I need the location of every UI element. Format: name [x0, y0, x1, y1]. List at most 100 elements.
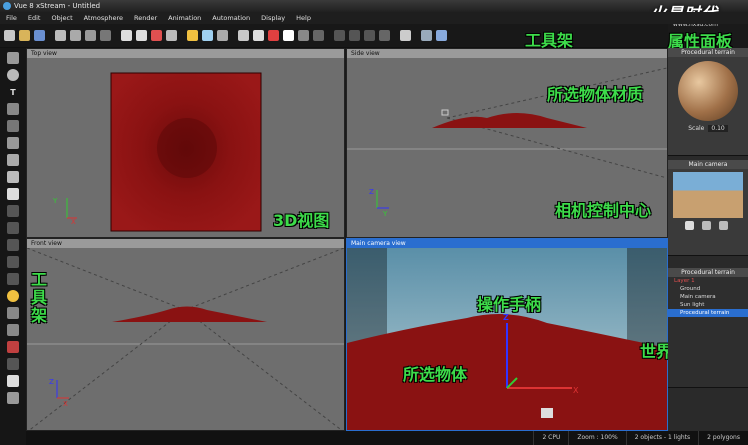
search-icon[interactable] [7, 392, 19, 404]
redo-icon[interactable] [136, 30, 147, 41]
side-axis-z-label: Z [369, 188, 374, 196]
window-title: Vue 8 xStream - Untitled [14, 2, 101, 10]
orbit-icon[interactable] [701, 221, 711, 230]
camera-preview[interactable] [673, 172, 743, 218]
terrain-icon[interactable] [7, 52, 19, 64]
align-icon[interactable] [334, 30, 345, 41]
axis-y-label: Y [52, 197, 58, 205]
annotation-3d-views: 3D视图 [273, 211, 330, 230]
copy-icon[interactable] [70, 30, 81, 41]
menu-object[interactable]: Object [51, 14, 72, 22]
group-icon[interactable] [349, 30, 360, 41]
light-icon[interactable] [253, 30, 264, 41]
viewport-front[interactable]: Front view Z X 工 具 架 [26, 238, 345, 431]
save-icon[interactable] [34, 30, 45, 41]
plant-icon[interactable] [7, 120, 19, 132]
sun-object-icon[interactable] [7, 290, 19, 302]
dolly-icon[interactable] [718, 221, 728, 230]
tree-item-camera[interactable]: Main camera [668, 293, 748, 301]
material-panel: Procedural terrain Scale 0.10 [668, 48, 748, 156]
menu-help[interactable]: Help [296, 14, 311, 22]
paste-icon[interactable] [85, 30, 96, 41]
right-panel: Procedural terrain Scale 0.10 Main camer… [668, 48, 748, 445]
cut-icon[interactable] [55, 30, 66, 41]
status-bar: 2 CPU Zoom : 100% 2 objects - 1 lights 2… [26, 431, 748, 445]
move-icon[interactable] [151, 30, 162, 41]
scale-label: Scale [688, 125, 705, 132]
render-icon[interactable] [217, 30, 228, 41]
new-icon[interactable] [4, 30, 15, 41]
viewport-camera[interactable]: Main camera view Z X 操作手柄 所选物体 [346, 238, 668, 431]
lock-icon[interactable] [379, 30, 390, 41]
render-window-icon[interactable] [436, 30, 447, 41]
material-icon[interactable] [268, 30, 279, 41]
status-objects: 2 objects - 1 lights [625, 431, 698, 445]
undo-icon[interactable] [121, 30, 132, 41]
camera-view-canvas: Z X [347, 248, 667, 430]
cloud-icon[interactable] [202, 30, 213, 41]
hand-icon[interactable] [684, 221, 694, 230]
menu-edit[interactable]: Edit [28, 14, 41, 22]
tree-item-ground[interactable]: Ground [668, 285, 748, 293]
pen-icon[interactable] [7, 188, 19, 200]
viewport-top[interactable]: Top view Y X 3D视图 [26, 48, 345, 238]
status-polygons: 2 polygons [698, 431, 748, 445]
annotation-camera-center: 相机控制中心 [555, 201, 652, 220]
zoom-icon[interactable] [298, 30, 309, 41]
render-settings-icon[interactable] [421, 30, 432, 41]
nav-widget-icon [541, 408, 553, 418]
timeline-icon[interactable] [400, 30, 411, 41]
cloud-object-icon[interactable] [7, 137, 19, 149]
scale-input[interactable]: 0.10 [708, 125, 728, 132]
browser-title: Procedural terrain [668, 268, 748, 277]
camera-object-icon[interactable] [7, 307, 19, 319]
menu-atmosphere[interactable]: Atmosphere [84, 14, 123, 22]
viewport-side[interactable]: Side view Z Y 所选物体材质 相机控制中心 [346, 48, 668, 238]
ecosystem-icon[interactable] [7, 273, 19, 285]
tree-icon[interactable] [7, 375, 19, 387]
sphere-object-icon[interactable] [7, 69, 19, 81]
boolean-icon[interactable] [7, 205, 19, 217]
status-cpu: 2 CPU [533, 431, 568, 445]
camera-title: Main camera [668, 160, 748, 169]
text-object-icon[interactable]: T [7, 86, 19, 98]
tree-item-sun[interactable]: Sun light [668, 301, 748, 309]
pan-icon[interactable] [313, 30, 324, 41]
menu-file[interactable]: File [6, 14, 17, 22]
material-object-icon[interactable] [7, 341, 19, 353]
menu-bar: File Edit Object Atmosphere Render Anima… [0, 12, 748, 24]
menu-animation[interactable]: Animation [168, 14, 201, 22]
primitive-icon[interactable] [7, 154, 19, 166]
open-icon[interactable] [19, 30, 30, 41]
world-browser-panel: Procedural terrain Layer 1 Ground Main c… [668, 268, 748, 388]
material-preview[interactable] [678, 61, 738, 121]
camera-panel: Main camera [668, 160, 748, 256]
viewport-camera-title: Main camera view [347, 239, 667, 248]
front-view-canvas: Z X [27, 247, 344, 430]
viewport-top-title: Top view [27, 49, 344, 58]
menu-render[interactable]: Render [134, 14, 157, 22]
stats-icon[interactable] [7, 358, 19, 370]
sun-icon[interactable] [187, 30, 198, 41]
annotation-left-toolbar: 工 具 架 [31, 270, 48, 325]
import-icon[interactable] [7, 324, 19, 336]
delete-icon[interactable] [100, 30, 111, 41]
hypertexture-icon[interactable] [7, 239, 19, 251]
light-object-icon[interactable] [7, 171, 19, 183]
sphere-icon[interactable] [283, 30, 294, 41]
camera-icon[interactable] [238, 30, 249, 41]
rotate-icon[interactable] [166, 30, 177, 41]
menu-display[interactable]: Display [261, 14, 285, 22]
tree-item-terrain[interactable]: Procedural terrain [668, 309, 748, 317]
group-object-icon[interactable] [7, 256, 19, 268]
terrain-side-shape [432, 113, 587, 128]
ungroup-icon[interactable] [364, 30, 375, 41]
metablob-icon[interactable] [7, 222, 19, 234]
status-zoom: Zoom : 100% [568, 431, 625, 445]
front-axis-x-label: X [63, 400, 68, 408]
menu-automation[interactable]: Automation [212, 14, 250, 22]
app-icon [3, 2, 11, 10]
terrain-front-shape [112, 306, 267, 322]
rock-icon[interactable] [7, 103, 19, 115]
tree-layer[interactable]: Layer 1 [668, 277, 748, 285]
